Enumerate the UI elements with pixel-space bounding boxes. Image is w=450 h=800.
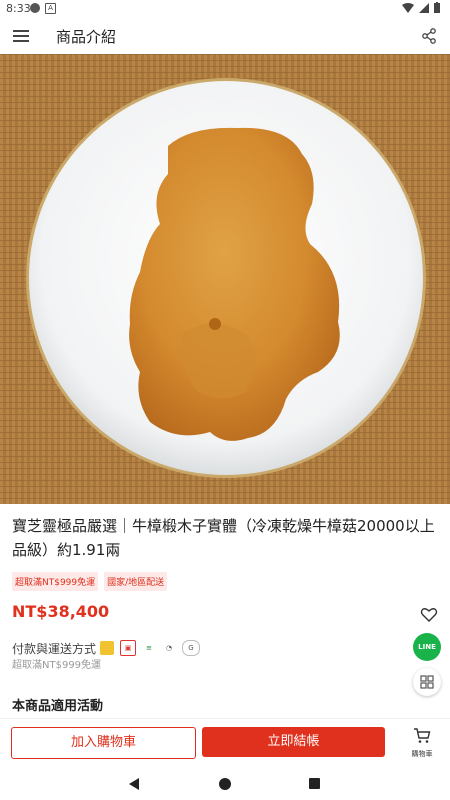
share-icon[interactable] [420,27,438,45]
bottom-action-bar: 加入購物車 立即結帳 購物車 [0,718,450,769]
g-pay-icon: G [182,640,200,656]
free-shipping-badge: 超取滿NT$999免運 [12,572,99,591]
recents-icon[interactable] [309,778,320,789]
heart-icon[interactable] [420,606,438,624]
product-title: 寶芝靈極品嚴選｜牛樟椴木子實體（冷凍乾燥牛樟菇20000以上品級）約1.91兩 [12,517,435,559]
back-icon[interactable] [127,777,141,791]
status-right-icons [402,2,440,13]
battery-icon [434,2,440,13]
cart-button[interactable]: 購物車 [402,727,442,763]
app-header: 商品介紹 [0,18,450,54]
home-icon[interactable] [219,778,231,790]
menu-icon[interactable] [12,27,30,45]
promo-heading: 本商品適用活動 [12,699,104,714]
price: NT$38,400 [12,602,110,621]
shipping-note: 超取滿NT$999免運 [12,660,102,671]
wifi-icon [402,2,414,13]
cart-label: 購物車 [411,750,433,758]
product-image[interactable] [0,54,450,504]
credit-card-icon [100,641,114,655]
badge-list: 超取滿NT$999免運 國家/地區配送 [12,572,168,591]
notification-dot-icon [30,3,40,13]
add-to-cart-button[interactable]: 加入購物車 [11,727,196,759]
checkout-button[interactable]: 立即結帳 [202,727,385,757]
system-nav-bar [0,768,450,800]
status-time: 8:33 [6,2,31,15]
payment-shipping-label[interactable]: 付款與運送方式 [12,640,96,657]
payment-icons: ▣ ≡ ◔ G [100,640,200,656]
signal-icon [419,2,429,13]
line-icon[interactable]: LINE [413,633,441,661]
apple-pay-icon: ◔ [165,644,173,652]
cart-icon [414,728,431,743]
grid-icon[interactable] [413,668,441,696]
store-pickup-icon: ▣ [120,640,136,656]
delivery-region-badge: 國家/地區配送 [104,572,168,591]
page-title: 商品介紹 [56,28,117,46]
convenience-store-icon: ≡ [146,644,152,652]
status-left-icons: A [30,3,56,14]
product-photo [0,54,450,504]
app-notification-icon: A [45,3,56,14]
status-bar: 8:33 A [0,0,450,18]
